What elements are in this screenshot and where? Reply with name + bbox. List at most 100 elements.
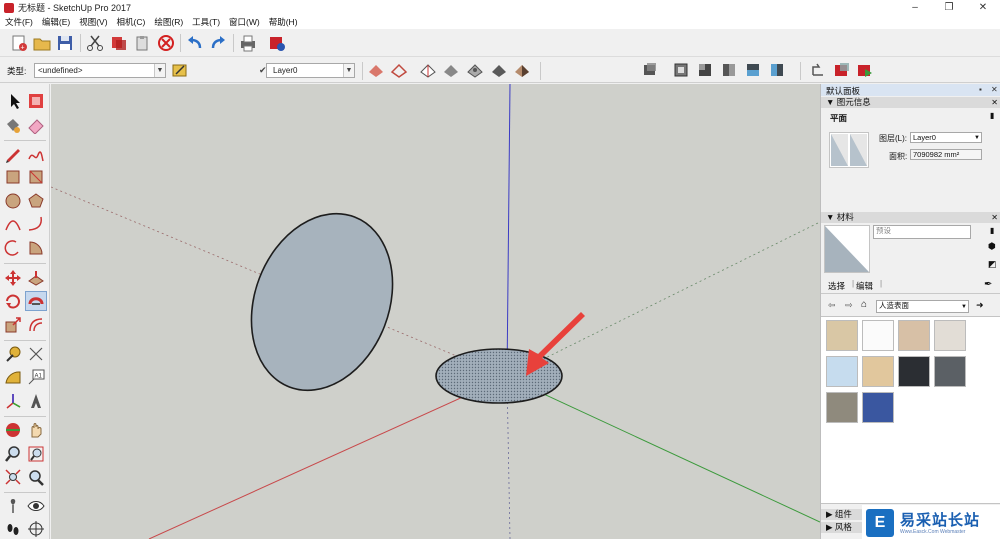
print-icon[interactable] — [238, 33, 258, 53]
entity-layer-select[interactable]: Layer0 ▼ — [910, 132, 982, 143]
details-arrow-icon[interactable]: ➜ — [976, 300, 984, 311]
panel-close-icon[interactable]: ✕ — [991, 97, 998, 108]
warehouse-icon[interactable] — [832, 60, 852, 80]
erase-delete-icon[interactable] — [156, 33, 176, 53]
iso-view-icon[interactable] — [640, 60, 660, 80]
forward-arrow-icon[interactable]: ⇨ — [845, 300, 853, 311]
minimize-button[interactable]: – — [898, 0, 932, 15]
maximize-button[interactable]: ❐ — [932, 0, 966, 15]
top-view-icon[interactable] — [671, 60, 691, 80]
cut-icon[interactable] — [85, 33, 105, 53]
line-pencil-icon[interactable] — [4, 145, 22, 163]
new-file-icon[interactable]: + — [9, 33, 29, 53]
orbit-icon[interactable] — [4, 421, 22, 439]
paste-icon[interactable] — [132, 33, 152, 53]
back-view-icon[interactable] — [743, 60, 763, 80]
horizontal-circle-face-selected[interactable] — [435, 348, 563, 404]
hidden-line-icon[interactable] — [418, 60, 438, 80]
save-icon[interactable] — [55, 33, 75, 53]
material-name-field[interactable]: 预设 — [873, 225, 971, 239]
swatch-8[interactable] — [826, 392, 858, 423]
entity-info-header[interactable]: ▼ 图元信息 ✕ — [821, 97, 1000, 108]
zoom-icon[interactable] — [4, 445, 22, 463]
shaded-icon[interactable] — [441, 60, 461, 80]
menu-view[interactable]: 视图(V) — [79, 16, 107, 28]
left-view-icon[interactable] — [767, 60, 787, 80]
menu-help[interactable]: 帮助(H) — [269, 16, 298, 28]
zoom-extents-icon[interactable] — [4, 468, 22, 486]
pin-icon[interactable]: ▪ — [979, 85, 982, 94]
make-component-icon[interactable] — [27, 92, 45, 110]
eyedropper-icon[interactable]: ✒ — [984, 279, 992, 290]
materials-header[interactable]: ▼ 材料 ✕ — [821, 212, 1000, 223]
select-arrow-icon[interactable] — [6, 92, 24, 110]
pie-icon[interactable] — [27, 239, 45, 257]
paint-bucket-icon[interactable] — [4, 116, 22, 134]
look-around-eye-icon[interactable] — [27, 497, 45, 515]
redo-icon[interactable] — [208, 33, 228, 53]
vertical-circle-face[interactable] — [227, 193, 417, 411]
previous-view-icon[interactable] — [27, 468, 45, 486]
scale-icon[interactable] — [4, 316, 22, 334]
default-material-icon[interactable]: ◩ — [988, 259, 997, 270]
tray-close-icon[interactable]: ✕ — [991, 85, 998, 94]
viewport-canvas[interactable] — [51, 84, 820, 539]
swatch-1[interactable] — [862, 320, 894, 351]
copy-icon[interactable] — [109, 33, 129, 53]
swatch-7[interactable] — [934, 356, 966, 387]
close-button[interactable]: ✕ — [966, 0, 1000, 15]
eraser-icon[interactable] — [27, 116, 45, 135]
protractor-icon[interactable] — [4, 368, 22, 386]
circle-icon[interactable] — [4, 192, 22, 210]
edit-type-icon[interactable] — [170, 60, 190, 80]
two-point-arc-icon[interactable] — [27, 215, 45, 233]
front-view-icon[interactable] — [695, 60, 715, 80]
menu-window[interactable]: 窗口(W) — [229, 16, 260, 28]
back-arrow-icon[interactable]: ⇦ — [828, 300, 836, 311]
menu-draw[interactable]: 绘图(R) — [154, 16, 183, 28]
push-pull-icon[interactable] — [27, 269, 45, 287]
tape-measure-icon[interactable] — [4, 345, 22, 363]
menu-tools[interactable]: 工具(T) — [192, 16, 220, 28]
right-view-icon[interactable] — [719, 60, 739, 80]
rotate-icon[interactable] — [4, 292, 22, 310]
zoom-window-icon[interactable] — [27, 445, 45, 463]
three-point-arc-icon[interactable] — [4, 239, 22, 257]
walk-footprints-icon[interactable] — [4, 520, 22, 538]
dimension-icon[interactable] — [27, 345, 45, 363]
freehand-icon[interactable] — [27, 145, 45, 163]
wireframe-style-icon[interactable] — [389, 60, 409, 80]
undo-icon[interactable] — [185, 33, 205, 53]
follow-me-icon[interactable] — [25, 291, 47, 311]
xray-toggle-icon[interactable] — [512, 60, 532, 80]
tab-select[interactable]: 选择 — [828, 280, 845, 292]
panel-close-icon[interactable]: ✕ — [991, 212, 998, 223]
swatch-3[interactable] — [934, 320, 966, 351]
model-viewport[interactable] — [51, 84, 820, 539]
type-select[interactable]: <undefined> ▼ — [34, 63, 166, 78]
swatch-4[interactable] — [826, 356, 858, 387]
shaded-texture-icon[interactable] — [465, 60, 485, 80]
move-icon[interactable] — [4, 269, 22, 287]
monochrome-icon[interactable] — [489, 60, 509, 80]
swatch-0[interactable] — [826, 320, 858, 351]
material-collection-select[interactable]: 人造表面 ▼ — [876, 300, 969, 313]
get-models-icon[interactable] — [808, 60, 828, 80]
menu-camera[interactable]: 相机(C) — [117, 16, 146, 28]
position-camera-icon[interactable] — [4, 497, 22, 515]
xray-style-icon[interactable] — [366, 60, 386, 80]
details-icon[interactable]: ▮ — [990, 226, 994, 235]
text-tool-icon[interactable]: A1 — [27, 368, 45, 386]
create-material-icon[interactable]: ⬢ — [988, 241, 996, 252]
material-preview-front[interactable] — [829, 132, 869, 168]
pan-hand-icon[interactable] — [27, 421, 45, 439]
tab-edit[interactable]: 编辑 — [856, 280, 873, 292]
rotated-rectangle-icon[interactable] — [27, 168, 45, 186]
swatch-2[interactable] — [898, 320, 930, 351]
rectangle-icon[interactable] — [4, 168, 22, 186]
open-folder-icon[interactable] — [32, 33, 52, 53]
section-plane-icon[interactable] — [27, 520, 45, 538]
polygon-icon[interactable] — [27, 192, 45, 210]
extension-warehouse-icon[interactable] — [855, 60, 875, 80]
home-icon[interactable]: ⌂ — [861, 299, 867, 310]
